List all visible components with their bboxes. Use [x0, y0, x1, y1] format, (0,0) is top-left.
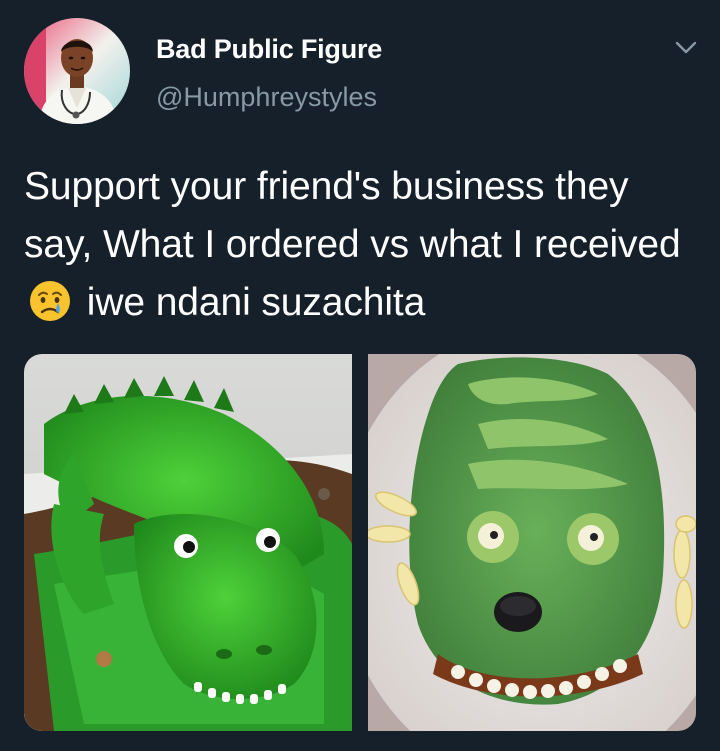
profile-photo-icon	[24, 18, 130, 124]
tweet-text-tail: iwe ndani suzachita	[86, 281, 426, 324]
tweet-text-main: Support your friend's business they say,…	[24, 165, 681, 266]
chevron-down-icon[interactable]	[674, 38, 698, 58]
media-image-ordered[interactable]	[24, 354, 352, 731]
crying-face-icon	[28, 279, 72, 323]
media-image-received[interactable]	[368, 354, 696, 731]
crocodile-cake-ordered-photo-icon	[24, 354, 352, 731]
author-display-name[interactable]: Bad Public Figure	[156, 34, 382, 65]
tweet-text: Support your friend's business they say,…	[24, 158, 704, 332]
author-avatar[interactable]	[24, 18, 130, 124]
tweet-card: Bad Public Figure @Humphreystyles Suppor…	[0, 0, 720, 751]
crocodile-cake-received-photo-icon	[368, 354, 696, 731]
author-handle[interactable]: @Humphreystyles	[156, 82, 377, 113]
